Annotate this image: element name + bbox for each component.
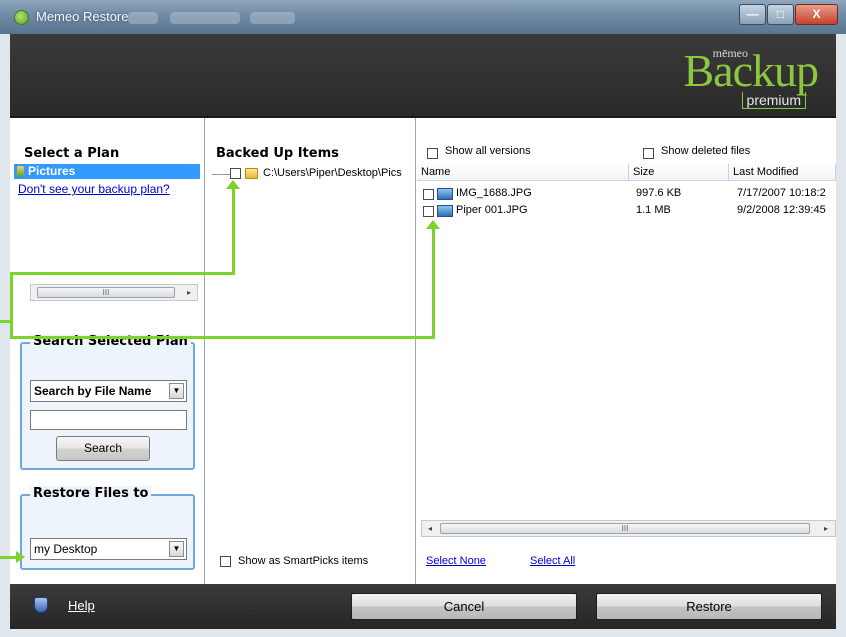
window-title: Memeo Restore bbox=[36, 9, 129, 24]
shield-icon bbox=[34, 597, 48, 613]
restore-group-title: Restore Files to bbox=[30, 486, 152, 501]
chevron-down-icon[interactable]: ▼ bbox=[169, 541, 184, 557]
select-plan-heading: Select a Plan bbox=[24, 146, 120, 161]
callout-line bbox=[432, 226, 435, 339]
restore-destination-value: my Desktop bbox=[34, 542, 98, 556]
search-group: Search Selected Plan Search by File Name… bbox=[20, 334, 195, 470]
maximize-button[interactable]: □ bbox=[767, 4, 794, 25]
show-deleted-files-label: Show deleted files bbox=[661, 145, 751, 157]
callout-arrow bbox=[16, 551, 25, 563]
show-all-versions-label: Show all versions bbox=[445, 145, 531, 157]
file-row-checkbox[interactable] bbox=[423, 189, 434, 200]
footer-bar: Help Cancel Restore bbox=[10, 584, 836, 629]
plan-icon bbox=[17, 166, 24, 177]
cancel-button[interactable]: Cancel bbox=[351, 593, 577, 620]
restore-destination-group: Restore Files to my Desktop ▼ bbox=[20, 486, 195, 570]
select-none-link[interactable]: Select None bbox=[426, 555, 486, 567]
tree-item-path[interactable]: C:\Users\Piper\Desktop\Pics bbox=[263, 167, 413, 179]
tree-item-checkbox[interactable] bbox=[230, 168, 241, 179]
scrollbar-thumb[interactable]: III bbox=[440, 523, 810, 534]
image-file-icon bbox=[437, 205, 453, 217]
chevron-down-icon[interactable]: ▼ bbox=[169, 383, 184, 399]
plan-item-pictures[interactable]: Pictures bbox=[14, 164, 200, 179]
tree-connector-line bbox=[212, 174, 230, 175]
title-bar[interactable]: Memeo Restore — □ X bbox=[0, 0, 846, 34]
plan-item-label: Pictures bbox=[28, 164, 76, 178]
show-all-versions-checkbox[interactable] bbox=[427, 148, 438, 159]
help-link[interactable]: Help bbox=[68, 598, 95, 613]
blurred-titlebar-area bbox=[128, 12, 158, 24]
column-header-last-modified[interactable]: Last Modified bbox=[729, 164, 836, 181]
callout-arrow bbox=[226, 180, 240, 189]
callout-arrow bbox=[426, 220, 440, 229]
scrollbar-thumb[interactable]: III bbox=[37, 287, 175, 298]
files-panel: Show all versions Show deleted files Nam… bbox=[417, 118, 836, 584]
close-button[interactable]: X bbox=[795, 4, 838, 25]
scroll-right-arrow-icon[interactable]: ▸ bbox=[183, 286, 195, 299]
logo-edition: premium bbox=[741, 92, 806, 109]
logo-brand-main: Backup bbox=[683, 45, 819, 96]
smartpicks-label: Show as SmartPicks items bbox=[238, 555, 369, 567]
backed-up-items-heading: Backed Up Items bbox=[216, 146, 339, 161]
search-type-dropdown[interactable]: Search by File Name ▼ bbox=[30, 380, 187, 402]
search-button[interactable]: Search bbox=[56, 436, 150, 461]
file-name: Piper 001.JPG bbox=[456, 204, 528, 216]
callout-line bbox=[10, 272, 13, 323]
scroll-right-arrow-icon[interactable]: ▸ bbox=[820, 522, 832, 535]
file-modified: 7/17/2007 10:18:2 bbox=[737, 187, 826, 199]
scroll-left-arrow-icon[interactable]: ◂ bbox=[424, 522, 436, 535]
blurred-titlebar-area bbox=[250, 12, 295, 24]
missing-plan-link[interactable]: Don't see your backup plan? bbox=[18, 182, 170, 196]
search-type-value: Search by File Name bbox=[34, 384, 152, 398]
callout-line bbox=[232, 186, 235, 275]
callout-line bbox=[0, 556, 16, 559]
callout-line bbox=[10, 336, 435, 339]
file-name: IMG_1688.JPG bbox=[456, 187, 532, 199]
plan-horizontal-scrollbar[interactable]: III ▸ bbox=[30, 284, 198, 301]
search-input[interactable] bbox=[30, 410, 187, 430]
file-size: 997.6 KB bbox=[636, 187, 682, 199]
show-deleted-files-checkbox[interactable] bbox=[643, 148, 654, 159]
header-banner: mēmeo Backup premium bbox=[10, 34, 836, 118]
file-modified: 9/2/2008 12:39:45 bbox=[737, 204, 826, 216]
file-size: 1.1 MB bbox=[636, 204, 671, 216]
select-all-link[interactable]: Select All bbox=[530, 555, 575, 567]
column-header-name[interactable]: Name bbox=[417, 164, 629, 181]
files-horizontal-scrollbar[interactable]: ◂ III ▸ bbox=[421, 520, 836, 537]
restore-button[interactable]: Restore bbox=[596, 593, 822, 620]
column-header-size[interactable]: Size bbox=[629, 164, 729, 181]
plan-panel: Select a Plan Pictures Don't see your ba… bbox=[10, 118, 205, 584]
restore-window: Memeo Restore — □ X mēmeo Backup premium… bbox=[0, 0, 846, 637]
memeo-app-icon bbox=[14, 10, 29, 25]
restore-destination-dropdown[interactable]: my Desktop ▼ bbox=[30, 538, 187, 560]
blurred-titlebar-area bbox=[170, 12, 240, 24]
minimize-button[interactable]: — bbox=[739, 4, 766, 25]
image-file-icon bbox=[437, 188, 453, 200]
main-content: Select a Plan Pictures Don't see your ba… bbox=[10, 118, 836, 584]
callout-line bbox=[10, 322, 13, 339]
folder-icon bbox=[245, 168, 258, 179]
smartpicks-checkbox[interactable] bbox=[220, 556, 231, 567]
file-row-checkbox[interactable] bbox=[423, 206, 434, 217]
callout-line bbox=[10, 272, 235, 275]
